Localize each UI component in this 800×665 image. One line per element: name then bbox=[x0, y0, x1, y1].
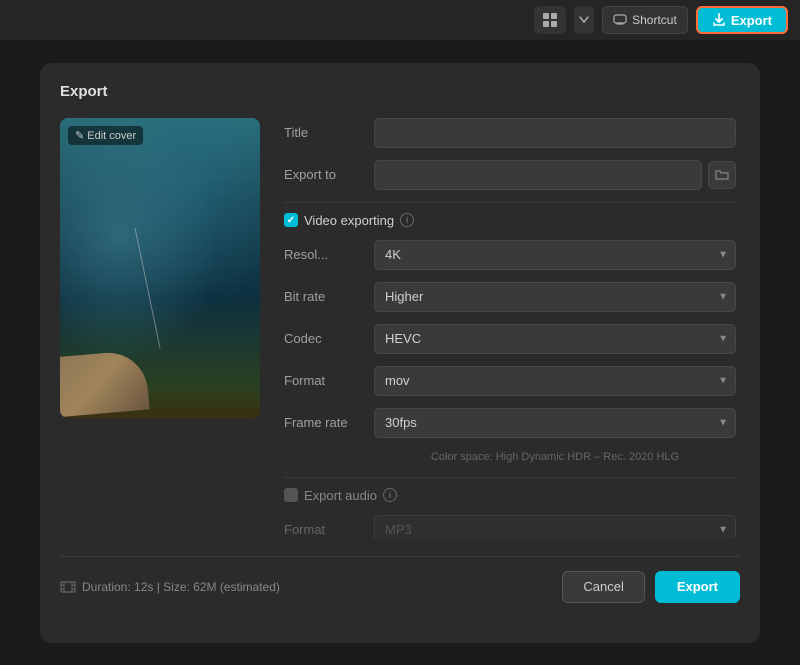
bitrate-select[interactable]: Higher High Medium Low bbox=[374, 282, 736, 312]
left-panel: ✎ Edit cover bbox=[60, 118, 260, 538]
resolution-select[interactable]: 4K 1080p 720p bbox=[374, 240, 736, 270]
title-row: Title bbox=[284, 118, 736, 148]
title-label: Title bbox=[284, 125, 374, 140]
export-top-label: Export bbox=[731, 13, 772, 28]
bitrate-select-wrapper: Higher High Medium Low ▼ bbox=[374, 282, 736, 312]
duration-info: Duration: 12s | Size: 62M (estimated) bbox=[60, 580, 280, 594]
duration-text: Duration: 12s | Size: 62M (estimated) bbox=[82, 580, 280, 594]
audio-section: Export audio i Format MP3 AAC WAV bbox=[284, 488, 736, 538]
format-row: Format mov mp4 avi ▼ bbox=[284, 366, 736, 396]
right-panel: Title Export to bbox=[284, 118, 740, 538]
title-input[interactable] bbox=[374, 118, 736, 148]
color-space-note: Color space: High Dynamic HDR – Rec. 202… bbox=[374, 450, 736, 465]
format-label: Format bbox=[284, 373, 374, 388]
shortcut-label: Shortcut bbox=[632, 13, 677, 27]
bottom-bar: Duration: 12s | Size: 62M (estimated) Ca… bbox=[60, 556, 740, 603]
framerate-select-wrapper: 30fps 24fps 60fps ▼ bbox=[374, 408, 736, 438]
chevron-down-icon[interactable] bbox=[574, 6, 594, 34]
video-section-header: Video exporting i bbox=[284, 213, 736, 228]
section-divider-2 bbox=[284, 477, 736, 478]
video-thumbnail: ✎ Edit cover bbox=[60, 118, 260, 418]
framerate-row: Frame rate 30fps 24fps 60fps ▼ bbox=[284, 408, 736, 438]
shortcut-button[interactable]: Shortcut bbox=[602, 6, 688, 34]
codec-row: Codec HEVC H.264 ProRes ▼ bbox=[284, 324, 736, 354]
audio-format-select-wrapper: MP3 AAC WAV ▼ bbox=[374, 515, 736, 538]
main-content: Export bbox=[0, 40, 800, 665]
bottom-buttons: Cancel Export bbox=[562, 571, 740, 603]
export-dialog: Export bbox=[40, 63, 760, 643]
top-bar: Shortcut Export bbox=[0, 0, 800, 40]
export-to-input[interactable] bbox=[374, 160, 702, 190]
format-select-wrapper: mov mp4 avi ▼ bbox=[374, 366, 736, 396]
resolution-row: Resol... 4K 1080p 720p ▼ bbox=[284, 240, 736, 270]
film-icon bbox=[60, 581, 76, 593]
export-to-row: Export to bbox=[284, 160, 736, 190]
dialog-body: ✎ Edit cover Title Export to bbox=[60, 118, 740, 538]
audio-format-select[interactable]: MP3 AAC WAV bbox=[374, 515, 736, 538]
bitrate-row: Bit rate Higher High Medium Low ▼ bbox=[284, 282, 736, 312]
audio-format-row: Format MP3 AAC WAV ▼ bbox=[284, 515, 736, 538]
folder-icon-button[interactable] bbox=[708, 161, 736, 189]
export-to-label: Export to bbox=[284, 167, 374, 182]
resolution-select-wrapper: 4K 1080p 720p ▼ bbox=[374, 240, 736, 270]
dialog-title: Export bbox=[60, 83, 740, 100]
bitrate-label: Bit rate bbox=[284, 289, 374, 304]
right-panel-scroll[interactable]: Title Export to bbox=[284, 118, 740, 538]
codec-select-wrapper: HEVC H.264 ProRes ▼ bbox=[374, 324, 736, 354]
audio-section-info-icon[interactable]: i bbox=[383, 488, 397, 502]
grid-icon-button[interactable] bbox=[534, 6, 566, 34]
framerate-select[interactable]: 30fps 24fps 60fps bbox=[374, 408, 736, 438]
export-top-button[interactable]: Export bbox=[696, 6, 788, 34]
format-select[interactable]: mov mp4 avi bbox=[374, 366, 736, 396]
export-to-field-wrapper bbox=[374, 160, 736, 190]
cancel-button[interactable]: Cancel bbox=[562, 571, 644, 603]
video-export-checkbox[interactable] bbox=[284, 213, 298, 227]
resolution-label: Resol... bbox=[284, 247, 374, 262]
video-section-label: Video exporting bbox=[304, 213, 394, 228]
audio-format-label: Format bbox=[284, 522, 374, 537]
section-divider-1 bbox=[284, 202, 736, 203]
audio-section-header: Export audio i bbox=[284, 488, 736, 503]
export-button[interactable]: Export bbox=[655, 571, 740, 603]
codec-label: Codec bbox=[284, 331, 374, 346]
framerate-label: Frame rate bbox=[284, 415, 374, 430]
edit-cover-label: ✎ Edit cover bbox=[75, 129, 136, 142]
video-section-info-icon[interactable]: i bbox=[400, 213, 414, 227]
audio-export-checkbox[interactable] bbox=[284, 488, 298, 502]
audio-section-label: Export audio bbox=[304, 488, 377, 503]
codec-select[interactable]: HEVC H.264 ProRes bbox=[374, 324, 736, 354]
edit-cover-button[interactable]: ✎ Edit cover bbox=[68, 126, 143, 145]
